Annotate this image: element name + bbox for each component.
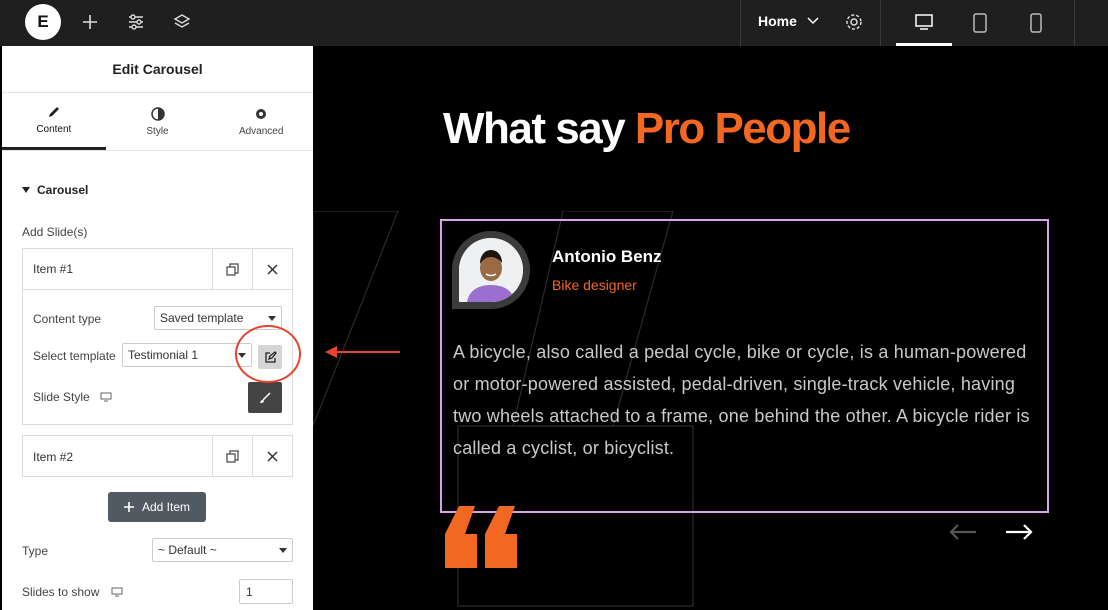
tab-style[interactable]: Style (106, 93, 210, 150)
divider (740, 0, 741, 46)
gear-icon[interactable] (842, 10, 866, 34)
tablet-icon (973, 13, 987, 33)
next-arrow-icon[interactable] (1005, 524, 1033, 545)
caret-down-icon (22, 187, 30, 193)
tablet-view-button[interactable] (952, 0, 1008, 46)
section-toggle-carousel[interactable]: Carousel (22, 183, 88, 197)
testimonial-card[interactable]: Antonio Benz Bike designer A bicycle, al… (440, 219, 1049, 513)
content-type-label: Content type (33, 312, 102, 326)
editor-topbar: E Home (0, 0, 1108, 46)
mobile-icon (1030, 13, 1042, 33)
contrast-icon (150, 106, 165, 121)
heading-main: What say (443, 104, 635, 153)
panel-tabs: Content Style Advanced (2, 93, 313, 151)
tab-label: Advanced (238, 125, 284, 137)
select-template-select[interactable]: Testimonial 1 (122, 343, 252, 367)
select-value: Testimonial 1 (128, 348, 199, 362)
add-item-label: Add Item (141, 500, 191, 514)
pencil-icon (48, 107, 59, 117)
tab-content[interactable]: Content (2, 93, 106, 150)
page-selector[interactable]: Home (758, 13, 819, 29)
prev-arrow-icon[interactable] (949, 524, 977, 545)
select-value: Saved template (160, 311, 244, 325)
avatar-frame (452, 231, 530, 309)
quote-mark-icon (445, 506, 517, 568)
tab-label: Style (146, 125, 169, 137)
add-item-button[interactable]: Add Item (108, 492, 206, 522)
desktop-icon (111, 587, 123, 597)
remove-icon[interactable] (252, 436, 292, 477)
plus-icon[interactable] (78, 10, 102, 34)
add-slides-label: Add Slide(s) (22, 225, 88, 239)
select-template-label: Select template (33, 349, 116, 363)
plus-icon (123, 502, 134, 512)
slide-style-row: Slide Style (33, 390, 112, 404)
testimonial-text: A bicycle, also called a pedal cycle, bi… (453, 342, 1030, 458)
avatar (459, 238, 523, 302)
slide-style-button[interactable] (248, 382, 282, 413)
remove-icon[interactable] (252, 249, 292, 289)
section-heading: What say Pro People (443, 104, 851, 154)
tab-label: Content (36, 124, 72, 135)
preview-canvas: What say Pro People Antonio Benz Bike de… (313, 46, 1108, 610)
desktop-view-button[interactable] (896, 0, 952, 46)
repeater-item-title[interactable]: Item #1 (23, 249, 212, 289)
slides-to-show-label: Slides to show (22, 585, 100, 599)
brush-icon (260, 391, 271, 403)
section-title: Carousel (37, 183, 89, 197)
duplicate-icon[interactable] (212, 436, 252, 477)
type-label: Type (22, 544, 49, 558)
divider (880, 0, 881, 46)
slides-to-show-row: Slides to show (22, 585, 123, 599)
slide-style-label: Slide Style (33, 390, 90, 404)
divider (1074, 0, 1075, 46)
caret-icon (268, 316, 276, 321)
type-select[interactable]: ~ Default ~ (152, 538, 293, 562)
highlight-circle (235, 325, 301, 383)
elementor-logo[interactable]: E (25, 4, 61, 40)
sliders-icon[interactable] (124, 10, 148, 34)
duplicate-icon[interactable] (212, 249, 252, 289)
gear-icon (256, 108, 267, 119)
desktop-icon (100, 392, 112, 402)
page-name: Home (758, 13, 797, 29)
select-value: ~ Default ~ (158, 543, 217, 557)
chevron-down-icon (807, 17, 819, 25)
slides-to-show-input[interactable]: 1 (239, 579, 293, 604)
mobile-view-button[interactable] (1008, 0, 1064, 46)
caret-icon (279, 548, 287, 553)
tab-advanced[interactable]: Advanced (209, 93, 313, 150)
repeater-item-2: Item #2 (22, 435, 293, 477)
desktop-icon (915, 13, 933, 30)
panel-title: Edit Carousel (2, 46, 313, 93)
layers-icon[interactable] (170, 10, 194, 34)
testimonial-role: Bike designer (552, 277, 637, 293)
heading-accent: Pro People (634, 104, 851, 153)
repeater-item-title[interactable]: Item #2 (23, 436, 212, 477)
testimonial-name: Antonio Benz (552, 247, 662, 266)
annotation-arrow-icon (325, 346, 400, 358)
